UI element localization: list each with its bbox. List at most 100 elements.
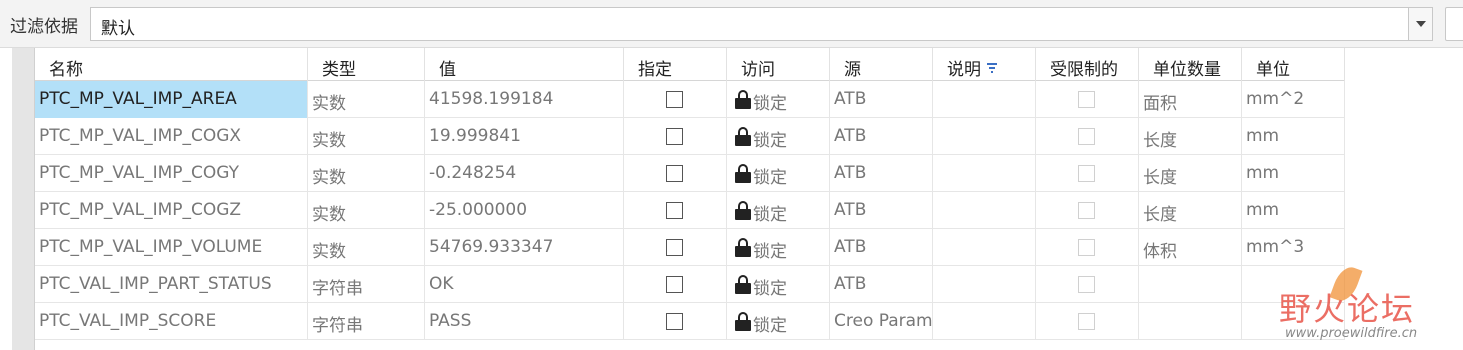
cell-designate — [624, 155, 727, 192]
designate-checkbox[interactable] — [666, 91, 683, 108]
table-row[interactable]: PTC_MP_VAL_IMP_COGY 实数 -0.248254 锁定 ATB 长度 mm — [35, 155, 1345, 192]
cell-name[interactable]: PTC_MP_VAL_IMP_AREA — [35, 81, 308, 118]
cell-description[interactable] — [933, 266, 1036, 303]
filter-icon[interactable] — [987, 63, 997, 73]
column-header-unit-quantity[interactable]: 单位数量 — [1139, 48, 1242, 81]
filter-value: 默认 — [101, 19, 135, 39]
access-label: 锁定 — [753, 131, 787, 151]
cell-unit[interactable]: mm — [1242, 192, 1345, 229]
cell-restricted — [1036, 81, 1139, 118]
table-row[interactable]: PTC_MP_VAL_IMP_VOLUME 实数 54769.933347 锁定 ATB… — [35, 229, 1345, 266]
cell-unit-quantity[interactable]: 长度 — [1139, 155, 1242, 192]
cell-description[interactable] — [933, 303, 1036, 340]
cell-unit-quantity[interactable]: 长度 — [1139, 118, 1242, 155]
cell-value[interactable]: -0.248254 — [425, 155, 624, 192]
table-row[interactable]: PTC_VAL_IMP_SCORE 字符串 PASS 锁定 Creo Param — [35, 303, 1345, 340]
cell-type[interactable]: 字符串 — [308, 303, 425, 340]
cell-value[interactable]: 54769.933347 — [425, 229, 624, 266]
column-header-description[interactable]: 说明 — [933, 48, 1036, 81]
cell-name[interactable]: PTC_MP_VAL_IMP_VOLUME — [35, 229, 308, 266]
column-header-access[interactable]: 访问 — [727, 48, 830, 81]
cell-name[interactable]: PTC_MP_VAL_IMP_COGY — [35, 155, 308, 192]
cell-access[interactable]: 锁定 — [727, 155, 830, 192]
cell-type[interactable]: 实数 — [308, 118, 425, 155]
cell-type[interactable]: 实数 — [308, 192, 425, 229]
designate-checkbox[interactable] — [666, 165, 683, 182]
lock-icon — [735, 238, 751, 257]
cell-access[interactable]: 锁定 — [727, 303, 830, 340]
chevron-down-icon[interactable] — [1408, 8, 1432, 40]
cell-access[interactable]: 锁定 — [727, 229, 830, 266]
cell-designate — [624, 192, 727, 229]
cell-unit[interactable]: mm — [1242, 118, 1345, 155]
column-header-value[interactable]: 值 — [425, 48, 624, 81]
lock-icon — [735, 127, 751, 146]
watermark-url: www.proewildfire.cn — [1285, 326, 1418, 341]
cell-unit[interactable]: mm^2 — [1242, 81, 1345, 118]
cell-source[interactable]: ATB — [830, 192, 933, 229]
restricted-checkbox — [1078, 202, 1095, 219]
cell-unit-quantity[interactable]: 长度 — [1139, 192, 1242, 229]
cell-description[interactable] — [933, 192, 1036, 229]
row-header-gutter — [12, 48, 35, 350]
restricted-checkbox — [1078, 128, 1095, 145]
lock-icon — [735, 201, 751, 220]
cell-name[interactable]: PTC_MP_VAL_IMP_COGZ — [35, 192, 308, 229]
designate-checkbox[interactable] — [666, 239, 683, 256]
column-header-unit[interactable]: 单位 — [1242, 48, 1345, 81]
cell-source[interactable]: ATB — [830, 229, 933, 266]
cell-access[interactable]: 锁定 — [727, 118, 830, 155]
cell-type[interactable]: 实数 — [308, 155, 425, 192]
cell-unit-quantity[interactable] — [1139, 266, 1242, 303]
cell-type[interactable]: 字符串 — [308, 266, 425, 303]
cell-restricted — [1036, 118, 1139, 155]
table-row[interactable]: PTC_MP_VAL_IMP_COGX 实数 19.999841 锁定 ATB 长度 mm — [35, 118, 1345, 155]
cell-unit-quantity[interactable]: 面积 — [1139, 81, 1242, 118]
cell-source[interactable]: ATB — [830, 81, 933, 118]
cell-description[interactable] — [933, 229, 1036, 266]
cell-unit-quantity[interactable]: 体积 — [1139, 229, 1242, 266]
cell-unit[interactable]: mm^3 — [1242, 229, 1345, 266]
cell-type[interactable]: 实数 — [308, 229, 425, 266]
cell-unit-quantity[interactable] — [1139, 303, 1242, 340]
cell-unit[interactable]: mm — [1242, 155, 1345, 192]
cell-value[interactable]: PASS — [425, 303, 624, 340]
cell-description[interactable] — [933, 155, 1036, 192]
cell-access[interactable]: 锁定 — [727, 192, 830, 229]
toolbar-button[interactable] — [1445, 7, 1463, 41]
filter-dropdown[interactable]: 默认 — [90, 7, 1433, 41]
cell-name[interactable]: PTC_VAL_IMP_SCORE — [35, 303, 308, 340]
cell-name[interactable]: PTC_VAL_IMP_PART_STATUS — [35, 266, 308, 303]
cell-source[interactable]: ATB — [830, 118, 933, 155]
cell-source[interactable]: ATB — [830, 155, 933, 192]
cell-restricted — [1036, 192, 1139, 229]
cell-source[interactable]: ATB — [830, 266, 933, 303]
column-header-type[interactable]: 类型 — [308, 48, 425, 81]
designate-checkbox[interactable] — [666, 313, 683, 330]
table-row[interactable]: PTC_MP_VAL_IMP_COGZ 实数 -25.000000 锁定 ATB 长度 mm — [35, 192, 1345, 229]
table-row[interactable]: PTC_VAL_IMP_PART_STATUS 字符串 OK 锁定 ATB — [35, 266, 1345, 303]
column-header-restricted[interactable]: 受限制的 — [1036, 48, 1139, 81]
restricted-checkbox — [1078, 313, 1095, 330]
column-header-name[interactable]: 名称 — [35, 48, 308, 81]
table-row[interactable]: PTC_MP_VAL_IMP_AREA 实数 41598.199184 锁定 ATB 面积… — [35, 81, 1345, 118]
cell-value[interactable]: OK — [425, 266, 624, 303]
cell-name[interactable]: PTC_MP_VAL_IMP_COGX — [35, 118, 308, 155]
column-header-source[interactable]: 源 — [830, 48, 933, 81]
cell-source[interactable]: Creo Param — [830, 303, 933, 340]
column-header-designate[interactable]: 指定 — [624, 48, 727, 81]
designate-checkbox[interactable] — [666, 128, 683, 145]
cell-value[interactable]: 41598.199184 — [425, 81, 624, 118]
cell-value[interactable]: 19.999841 — [425, 118, 624, 155]
cell-description[interactable] — [933, 118, 1036, 155]
designate-checkbox[interactable] — [666, 276, 683, 293]
lock-icon — [735, 312, 751, 331]
cell-description[interactable] — [933, 81, 1036, 118]
cell-access[interactable]: 锁定 — [727, 266, 830, 303]
cell-restricted — [1036, 303, 1139, 340]
cell-access[interactable]: 锁定 — [727, 81, 830, 118]
cell-value[interactable]: -25.000000 — [425, 192, 624, 229]
access-label: 锁定 — [753, 316, 787, 336]
cell-type[interactable]: 实数 — [308, 81, 425, 118]
designate-checkbox[interactable] — [666, 202, 683, 219]
